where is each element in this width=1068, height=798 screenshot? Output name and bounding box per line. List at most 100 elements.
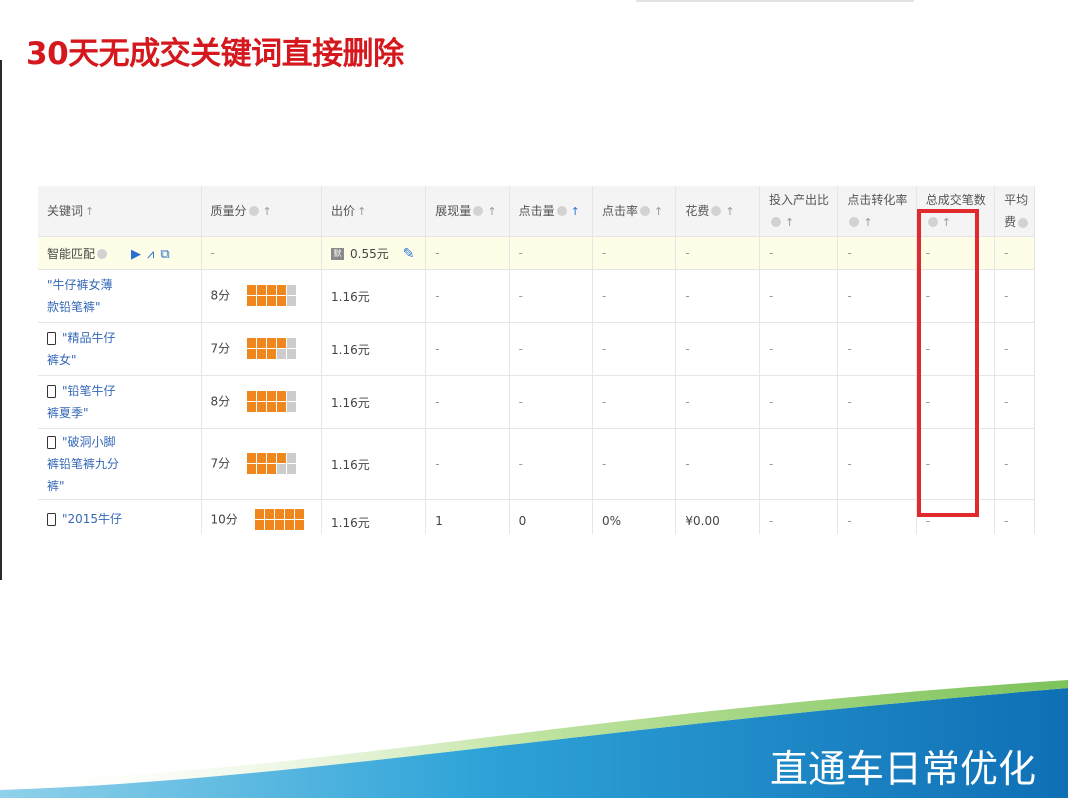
quality-bar-cell <box>287 285 297 295</box>
quality-bar-cell <box>287 296 297 306</box>
bid-value[interactable]: 1.16元 <box>331 290 370 304</box>
keyword-link[interactable]: "精品牛仔 裤女" <box>47 327 200 371</box>
quality-bar-cell <box>277 464 287 474</box>
quality-bar-cell <box>257 402 267 412</box>
quality-score: 10分 <box>210 512 238 527</box>
keyword-link[interactable]: "2015牛仔 <box>47 508 200 530</box>
sort-arrow-icon[interactable]: ↑ <box>785 216 794 229</box>
trend-chart-icon[interactable]: ⩘ <box>147 247 154 262</box>
mobile-icon <box>47 513 56 526</box>
quality-bar-cell <box>257 296 267 306</box>
keyword-table-screenshot: 关键词 ↑ 质量分 ↑ 出价 ↑ 展现量 ↑ 点击量 ↑ 点击率 ↑ 花费 ↑ 投入产出比 ↑ … <box>38 186 1035 534</box>
quality-bar-cell <box>247 338 257 348</box>
mobile-icon <box>47 385 56 398</box>
quality-bar-cell <box>254 520 264 530</box>
quality-bar <box>246 390 298 414</box>
col-quality[interactable]: 质量分 ↑ <box>201 186 323 237</box>
sort-arrow-icon[interactable]: ↑ <box>263 205 272 218</box>
keyword-table: 关键词 ↑ 质量分 ↑ 出价 ↑ 展现量 ↑ 点击量 ↑ 点击率 ↑ 花费 ↑ 投入产出比 ↑ … <box>38 186 1035 534</box>
quality-bar-cell <box>277 391 287 401</box>
help-icon[interactable] <box>97 249 108 259</box>
quality-bar-cell <box>277 349 287 359</box>
sort-arrow-active-icon[interactable]: ↑ <box>571 205 580 218</box>
help-icon[interactable] <box>248 206 259 216</box>
col-cvr[interactable]: 点击转化率 ↑ <box>837 186 917 237</box>
quality-bar-cell <box>267 391 277 401</box>
default-price-icon: 默 <box>331 248 345 260</box>
bid-value[interactable]: 1.16元 <box>331 343 370 357</box>
keyword-link[interactable]: "破洞小脚 裤铅笔裤九分 裤" <box>47 431 200 497</box>
quality-bar-cell <box>287 402 297 412</box>
quality-bar <box>246 284 298 308</box>
help-icon[interactable] <box>473 206 484 216</box>
help-icon[interactable] <box>711 206 722 216</box>
quality-bar-cell <box>287 391 297 401</box>
top-divider <box>636 0 914 2</box>
quality-bar <box>246 337 298 361</box>
bid-value[interactable]: 1.16元 <box>331 458 370 472</box>
quality-bar-cell <box>247 391 257 401</box>
footer-title: 直通车日常优化 <box>770 747 1037 791</box>
table-row: "精品牛仔 裤女" 7分 1.16元 - - - - - - - - <box>38 322 1035 376</box>
quality-bar-cell <box>287 464 297 474</box>
help-icon[interactable] <box>849 217 860 227</box>
bid-value[interactable]: 1.16元 <box>331 516 370 530</box>
sort-arrow-icon[interactable]: ↑ <box>487 205 496 218</box>
edit-pencil-icon[interactable]: ✎ <box>403 246 415 262</box>
quality-bar <box>254 508 306 532</box>
help-icon[interactable] <box>1018 217 1029 228</box>
col-bid[interactable]: 出价 ↑ <box>321 186 427 237</box>
col-cost[interactable]: 花费 ↑ <box>675 186 760 237</box>
quality-bar-cell <box>284 520 294 530</box>
col-ctr[interactable]: 点击率 ↑ <box>592 186 677 237</box>
keyword-link[interactable]: "牛仔裤女薄 款铅笔裤" <box>47 274 200 318</box>
quality-score: 7分 <box>210 341 231 356</box>
left-edge-line <box>0 60 2 580</box>
quality-bar-cell <box>254 509 264 519</box>
col-impressions[interactable]: 展现量 ↑ <box>425 186 510 237</box>
report-icon[interactable]: ⧉ <box>160 247 169 262</box>
quality-bar-cell <box>257 464 267 474</box>
col-avg[interactable]: 平均费 <box>994 186 1035 237</box>
quality-bar-cell <box>267 453 277 463</box>
quality-bar-cell <box>267 349 277 359</box>
help-icon[interactable] <box>556 206 567 216</box>
slide-title: 30天无成交关键词直接删除 <box>26 36 404 72</box>
sort-arrow-icon[interactable]: ↑ <box>654 205 663 218</box>
sort-arrow-icon[interactable]: ↑ <box>863 216 872 229</box>
play-icon[interactable]: ▶ <box>131 247 141 262</box>
col-roi[interactable]: 投入产出比 ↑ <box>759 186 839 237</box>
quality-bar-cell <box>247 402 257 412</box>
table-row: "牛仔裤女薄 款铅笔裤" 8分 1.16元 - - - - - - - - <box>38 269 1035 323</box>
quality-bar-cell <box>257 338 267 348</box>
quality-bar-cell <box>277 296 287 306</box>
quality-bar-cell <box>277 285 287 295</box>
bid-value[interactable]: 1.16元 <box>331 396 370 410</box>
quality-bar-cell <box>267 402 277 412</box>
quality-bar-cell <box>267 296 277 306</box>
quality-bar-cell <box>267 285 277 295</box>
quality-score: 8分 <box>210 288 231 303</box>
sort-arrow-icon[interactable]: ↑ <box>85 205 94 218</box>
col-keyword[interactable]: 关键词 ↑ <box>38 186 202 237</box>
sort-arrow-icon[interactable]: ↑ <box>357 205 366 218</box>
quality-bar-cell <box>247 464 257 474</box>
quality-bar-cell <box>287 338 297 348</box>
quality-bar-cell <box>294 520 304 530</box>
quality-bar <box>246 452 298 476</box>
quality-bar-cell <box>294 509 304 519</box>
quality-bar-cell <box>274 520 284 530</box>
sort-arrow-icon[interactable]: ↑ <box>725 205 734 218</box>
smart-match-label: 智能匹配 <box>47 246 96 261</box>
quality-bar-cell <box>267 464 277 474</box>
help-icon[interactable] <box>770 217 781 227</box>
table-row: "铅笔牛仔 裤夏季" 8分 1.16元 - - - - - - - - <box>38 375 1035 429</box>
quality-bar-cell <box>264 509 274 519</box>
quality-bar-cell <box>287 453 297 463</box>
slide: 30天无成交关键词直接删除 关键词 ↑ 质量分 ↑ 出价 ↑ 展现量 ↑ 点击量 ↑ 点击… <box>0 0 1068 798</box>
keyword-link[interactable]: "铅笔牛仔 裤夏季" <box>47 380 200 424</box>
smart-bid: 0.55元 <box>350 246 389 261</box>
col-clicks[interactable]: 点击量 ↑ <box>509 186 593 237</box>
mobile-icon <box>47 436 56 449</box>
help-icon[interactable] <box>640 206 650 216</box>
